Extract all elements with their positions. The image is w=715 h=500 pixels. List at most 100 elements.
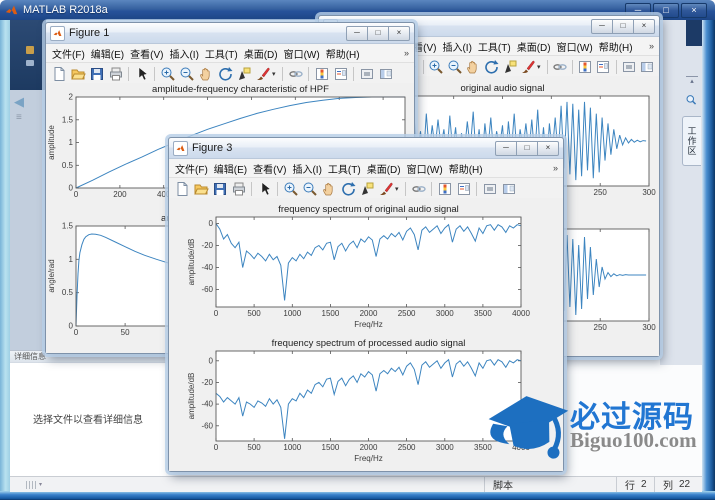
menu-item[interactable]: 工具(T) bbox=[202, 46, 241, 61]
toolbar-separator bbox=[572, 60, 573, 74]
rotate-3d-icon[interactable] bbox=[215, 65, 234, 83]
print-icon[interactable] bbox=[229, 180, 248, 198]
left-panel-strip: ◀ ≡ bbox=[10, 90, 46, 352]
show-plot-tools-icon[interactable] bbox=[638, 58, 656, 76]
figure1-titlebar[interactable]: Figure 1 ─ □ × bbox=[46, 23, 414, 44]
search-icon[interactable] bbox=[685, 94, 698, 112]
show-plot-tools-icon[interactable] bbox=[376, 65, 395, 83]
zoom-in-icon[interactable] bbox=[427, 58, 445, 76]
svg-text:2500: 2500 bbox=[398, 309, 416, 318]
chart-spectrum-original[interactable]: 050010001500200025003000350040000-20-40-… bbox=[169, 199, 563, 335]
main-close-button[interactable]: × bbox=[681, 3, 707, 18]
svg-text:-40: -40 bbox=[201, 263, 213, 272]
figure3-close-button[interactable]: × bbox=[538, 141, 559, 156]
menu-item[interactable]: 桌面(D) bbox=[241, 46, 281, 61]
menu-item[interactable]: 插入(I) bbox=[439, 39, 474, 54]
menu-item[interactable]: 工具(T) bbox=[475, 39, 514, 54]
data-cursor-icon[interactable] bbox=[357, 180, 376, 198]
data-cursor-icon[interactable] bbox=[234, 65, 253, 83]
figure2-close-button[interactable]: × bbox=[634, 19, 655, 34]
hide-plot-tools-icon[interactable] bbox=[480, 180, 499, 198]
menu-item[interactable]: 查看(V) bbox=[127, 46, 166, 61]
menu-overflow-icon[interactable]: » bbox=[649, 41, 656, 51]
menu-overflow-icon[interactable]: » bbox=[553, 163, 560, 173]
figure3-minimize-button[interactable]: ─ bbox=[495, 141, 517, 156]
menu-item[interactable]: 桌面(D) bbox=[514, 39, 554, 54]
figure2-maximize-button[interactable]: □ bbox=[613, 19, 634, 34]
panel-menu-icon[interactable]: ≡ bbox=[16, 112, 22, 123]
figure1-minimize-button[interactable]: ─ bbox=[346, 26, 368, 41]
pan-hand-icon[interactable] bbox=[319, 180, 338, 198]
chart-spectrum-processed[interactable]: 050010001500200025003000350040000-20-40-… bbox=[169, 335, 563, 469]
save-icon[interactable] bbox=[210, 180, 229, 198]
brush-dropdown-icon[interactable]: ▾ bbox=[272, 70, 279, 78]
link-plots-icon[interactable] bbox=[409, 180, 428, 198]
print-icon[interactable] bbox=[106, 65, 125, 83]
svg-text:0: 0 bbox=[214, 443, 219, 452]
rotate-3d-icon[interactable] bbox=[482, 58, 500, 76]
link-plots-icon[interactable] bbox=[286, 65, 305, 83]
svg-text:3000: 3000 bbox=[436, 309, 454, 318]
svg-text:1000: 1000 bbox=[283, 443, 301, 452]
statusbar-grip[interactable]: ▾ bbox=[26, 480, 42, 489]
cursor-icon[interactable] bbox=[132, 65, 151, 83]
workspace-tab[interactable]: 工作区 bbox=[682, 116, 701, 166]
menu-item[interactable]: 窗口(W) bbox=[554, 39, 596, 54]
rotate-3d-icon[interactable] bbox=[338, 180, 357, 198]
new-file-icon[interactable] bbox=[49, 65, 68, 83]
insert-colorbar-icon[interactable] bbox=[576, 58, 594, 76]
new-file-icon[interactable] bbox=[172, 180, 191, 198]
zoom-out-icon[interactable] bbox=[177, 65, 196, 83]
menu-item[interactable]: 帮助(H) bbox=[323, 46, 363, 61]
figure1-maximize-button[interactable]: □ bbox=[368, 26, 389, 41]
zoom-out-icon[interactable] bbox=[446, 58, 464, 76]
menu-item[interactable]: 插入(I) bbox=[166, 46, 201, 61]
insert-colorbar-icon[interactable] bbox=[312, 65, 331, 83]
insert-legend-icon[interactable] bbox=[594, 58, 612, 76]
figure3-titlebar[interactable]: Figure 3 ─ □ × bbox=[169, 138, 563, 159]
menu-item[interactable]: 编辑(E) bbox=[211, 161, 250, 176]
hide-plot-tools-icon[interactable] bbox=[357, 65, 376, 83]
pan-hand-icon[interactable] bbox=[196, 65, 215, 83]
zoom-in-icon[interactable] bbox=[158, 65, 177, 83]
toolbar-separator bbox=[423, 60, 424, 74]
menu-item[interactable]: 帮助(H) bbox=[596, 39, 636, 54]
insert-legend-icon[interactable] bbox=[331, 65, 350, 83]
hide-plot-tools-icon[interactable] bbox=[620, 58, 638, 76]
brush-icon[interactable] bbox=[376, 180, 395, 198]
show-plot-tools-icon[interactable] bbox=[499, 180, 518, 198]
svg-text:1500: 1500 bbox=[322, 443, 340, 452]
menu-item[interactable]: 窗口(W) bbox=[281, 46, 323, 61]
data-cursor-icon[interactable] bbox=[500, 58, 518, 76]
collapse-panel-icon[interactable]: ▴ bbox=[686, 76, 698, 85]
menu-item[interactable]: 桌面(D) bbox=[364, 161, 404, 176]
figure2-minimize-button[interactable]: ─ bbox=[591, 19, 613, 34]
back-arrow-icon[interactable]: ◀ bbox=[14, 94, 24, 110]
toolbar-separator bbox=[353, 67, 354, 81]
figure3-maximize-button[interactable]: □ bbox=[517, 141, 538, 156]
cursor-icon[interactable] bbox=[255, 180, 274, 198]
menu-item[interactable]: 文件(F) bbox=[172, 161, 211, 176]
brush-icon[interactable] bbox=[253, 65, 272, 83]
menu-item[interactable]: 文件(F) bbox=[49, 46, 88, 61]
insert-colorbar-icon[interactable] bbox=[435, 180, 454, 198]
brush-dropdown-icon[interactable]: ▾ bbox=[395, 185, 402, 193]
figure1-close-button[interactable]: × bbox=[389, 26, 410, 41]
menu-overflow-icon[interactable]: » bbox=[404, 48, 411, 58]
open-folder-icon[interactable] bbox=[191, 180, 210, 198]
menu-item[interactable]: 窗口(W) bbox=[404, 161, 446, 176]
open-folder-icon[interactable] bbox=[68, 65, 87, 83]
brush-icon[interactable] bbox=[519, 58, 537, 76]
zoom-in-icon[interactable] bbox=[281, 180, 300, 198]
brush-dropdown-icon[interactable]: ▾ bbox=[537, 63, 544, 71]
save-icon[interactable] bbox=[87, 65, 106, 83]
menu-item[interactable]: 编辑(E) bbox=[88, 46, 127, 61]
pan-hand-icon[interactable] bbox=[464, 58, 482, 76]
menu-item[interactable]: 查看(V) bbox=[250, 161, 289, 176]
zoom-out-icon[interactable] bbox=[300, 180, 319, 198]
link-plots-icon[interactable] bbox=[551, 58, 569, 76]
insert-legend-icon[interactable] bbox=[454, 180, 473, 198]
menu-item[interactable]: 插入(I) bbox=[289, 161, 324, 176]
menu-item[interactable]: 帮助(H) bbox=[446, 161, 486, 176]
menu-item[interactable]: 工具(T) bbox=[325, 161, 364, 176]
